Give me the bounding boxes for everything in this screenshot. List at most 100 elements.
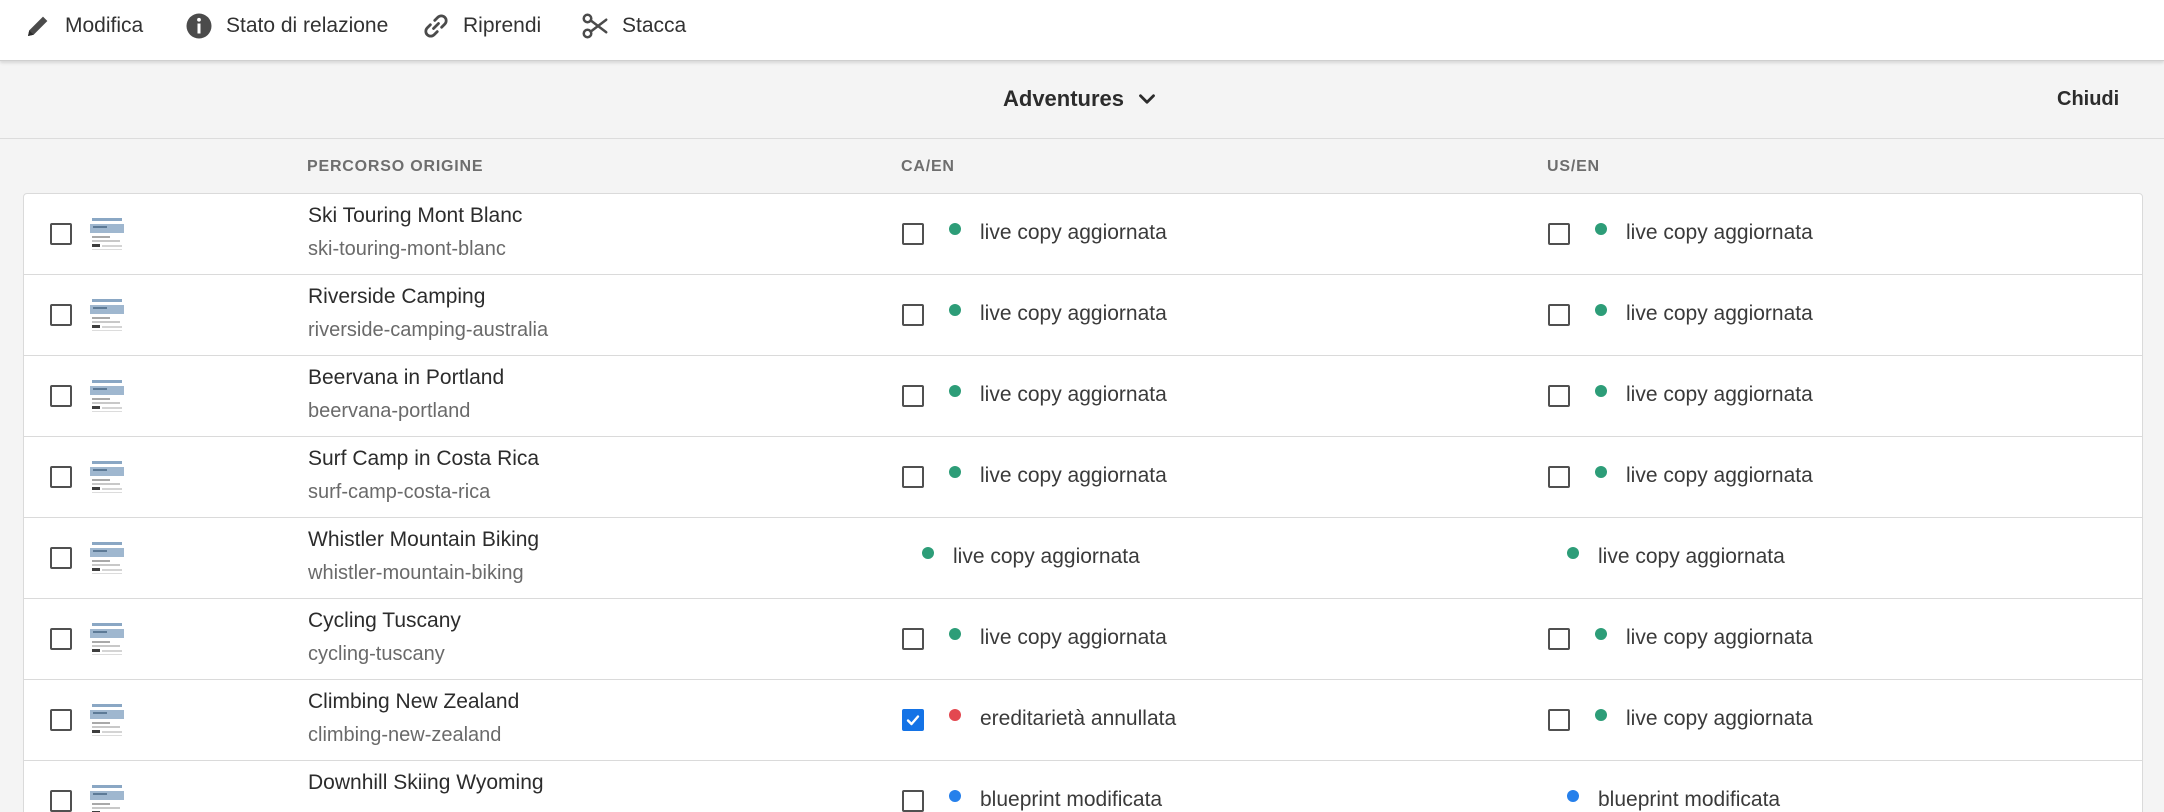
resume-button[interactable]: Riprendi (421, 0, 541, 52)
ca-en-status-text: live copy aggiornata (980, 626, 1167, 649)
page-thumbnail (88, 376, 126, 416)
page-thumbnail (88, 214, 126, 254)
chevron-down-icon (1139, 94, 1155, 104)
page-title: Whistler Mountain Biking (308, 528, 540, 551)
us-en-status-text: live copy aggiornata (1626, 707, 1813, 730)
table-row[interactable]: Beervana in Portland beervana-portland liv… (24, 356, 2142, 437)
page-thumbnail (88, 781, 126, 812)
edit-button[interactable]: Modifica (23, 0, 143, 52)
info-icon (186, 13, 212, 39)
us-en-status-text: live copy aggiornata (1626, 383, 1813, 406)
us-en-select-checkbox[interactable] (1548, 628, 1570, 650)
page-path: cycling-tuscany (308, 643, 445, 665)
page-path: ski-touring-mont-blanc (308, 238, 506, 260)
status-dot (949, 466, 961, 478)
ca-en-status-text: live copy aggiornata (980, 221, 1167, 244)
ca-en-select-checkbox[interactable] (902, 709, 924, 731)
ca-en-select-checkbox[interactable] (902, 385, 924, 407)
table-row[interactable]: Ski Touring Mont Blanc ski-touring-mont-b… (24, 194, 2142, 275)
status-dot (1567, 547, 1579, 559)
ca-en-status-text: live copy aggiornata (980, 464, 1167, 487)
ca-en-select-checkbox[interactable] (902, 223, 924, 245)
us-en-select-checkbox[interactable] (1548, 385, 1570, 407)
row-select-checkbox[interactable] (50, 385, 72, 407)
ca-en-status-text: blueprint modificata (980, 788, 1163, 811)
page-path: climbing-new-zealand (308, 724, 502, 746)
us-en-select-checkbox[interactable] (1548, 709, 1570, 731)
status-dot (949, 628, 961, 640)
page-title: Climbing New Zealand (308, 690, 520, 713)
column-header-ca-en: CA/EN (901, 158, 955, 175)
relation-status-button[interactable]: Stato di relazione (184, 0, 388, 52)
table-row[interactable]: Riverside Camping riverside-camping-austr… (24, 275, 2142, 356)
us-en-status-text: blueprint modificata (1598, 788, 1781, 811)
status-dot (1567, 790, 1579, 802)
page-title: Cycling Tuscany (308, 609, 461, 632)
status-dot (949, 385, 961, 397)
column-header-us-en: US/EN (1547, 158, 1600, 175)
row-select-checkbox[interactable] (50, 304, 72, 326)
page-path: whistler-mountain-biking (308, 562, 524, 584)
column-header-source: PERCORSO ORIGINE (307, 158, 484, 175)
ca-en-select-checkbox[interactable] (902, 466, 924, 488)
blueprint-title: Adventures (1003, 86, 1125, 111)
page-thumbnail (88, 457, 126, 497)
page-path: beervana-portland (308, 400, 471, 422)
ca-en-status-text: live copy aggiornata (980, 383, 1167, 406)
ca-en-select-checkbox[interactable] (902, 628, 924, 650)
pencil-icon (28, 16, 48, 36)
row-select-checkbox[interactable] (50, 223, 72, 245)
resume-label: Riprendi (463, 14, 542, 37)
page-title: Ski Touring Mont Blanc (308, 204, 523, 227)
table-row[interactable]: Cycling Tuscany cycling-tuscany live copy … (24, 599, 2142, 680)
page-title: Downhill Skiing Wyoming (308, 771, 544, 794)
edit-label: Modifica (65, 14, 144, 37)
status-dot (949, 304, 961, 316)
us-en-select-checkbox[interactable] (1548, 304, 1570, 326)
us-en-status-text: live copy aggiornata (1626, 464, 1813, 487)
status-dot (1595, 466, 1607, 478)
page-path: surf-camp-costa-rica (308, 481, 491, 503)
table-row[interactable]: Climbing New Zealand climbing-new-zealand… (24, 680, 2142, 761)
us-en-status-text: live copy aggiornata (1598, 545, 1785, 568)
table-row[interactable]: Whistler Mountain Biking whistler-mountai… (24, 518, 2142, 599)
row-select-checkbox[interactable] (50, 628, 72, 650)
us-en-select-checkbox[interactable] (1548, 466, 1570, 488)
row-select-checkbox[interactable] (50, 466, 72, 488)
page-thumbnail (88, 538, 126, 578)
us-en-status-text: live copy aggiornata (1626, 626, 1813, 649)
row-select-checkbox[interactable] (50, 790, 72, 812)
action-toolbar: Modifica Stato di relazione Riprendi Sta… (0, 0, 2164, 61)
ca-en-status-text: ereditarietà annullata (980, 707, 1177, 730)
status-dot (1595, 304, 1607, 316)
status-dot (1595, 709, 1607, 721)
close-button[interactable]: Chiudi (2057, 88, 2119, 111)
page-thumbnail (88, 700, 126, 740)
detach-button[interactable]: Stacca (580, 0, 686, 52)
status-dot (949, 223, 961, 235)
ca-en-select-checkbox[interactable] (902, 790, 924, 812)
status-dot (1595, 223, 1607, 235)
ca-en-select-checkbox[interactable] (902, 304, 924, 326)
panel-header: Adventures Chiudi (0, 62, 2164, 139)
row-select-checkbox[interactable] (50, 547, 72, 569)
page-title: Riverside Camping (308, 285, 486, 308)
status-dot (949, 709, 961, 721)
scissors-icon (582, 13, 608, 39)
page-thumbnail (88, 295, 126, 335)
row-select-checkbox[interactable] (50, 709, 72, 731)
blueprint-selector[interactable]: Adventures (1003, 86, 1160, 112)
page-path: riverside-camping-australia (308, 319, 549, 341)
table-row[interactable]: Surf Camp in Costa Rica surf-camp-costa-r… (24, 437, 2142, 518)
ca-en-status-text: live copy aggiornata (953, 545, 1140, 568)
table-row[interactable]: Downhill Skiing Wyoming blueprint modific… (24, 761, 2142, 812)
us-en-status-text: live copy aggiornata (1626, 221, 1813, 244)
page-thumbnail (88, 619, 126, 659)
us-en-status-text: live copy aggiornata (1626, 302, 1813, 325)
page-title: Beervana in Portland (308, 366, 505, 389)
status-dot (949, 790, 961, 802)
link-icon (424, 14, 448, 38)
detach-label: Stacca (622, 14, 687, 37)
us-en-select-checkbox[interactable] (1548, 223, 1570, 245)
ca-en-status-text: live copy aggiornata (980, 302, 1167, 325)
